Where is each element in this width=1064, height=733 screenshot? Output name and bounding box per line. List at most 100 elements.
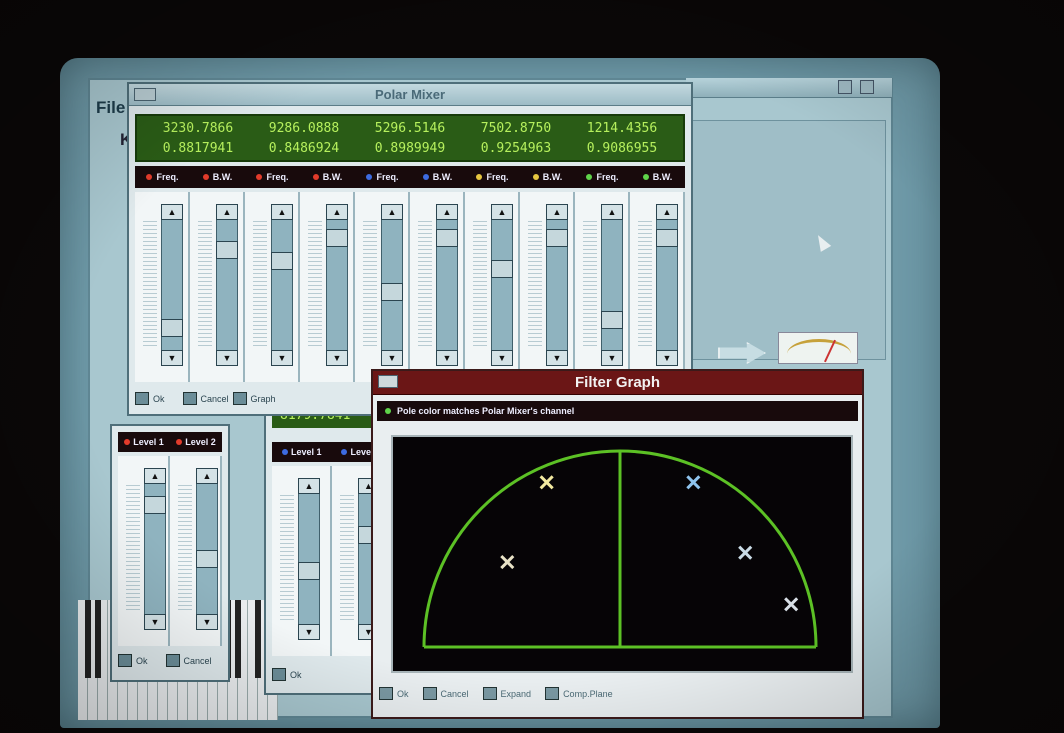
slider-down-arrow-icon[interactable]: ▼ [656,350,678,366]
slider-down-arrow-icon[interactable]: ▼ [144,614,166,630]
piano-key[interactable] [238,600,248,720]
mixer-slider[interactable]: ▲ ▼ [190,192,245,382]
slider-thumb[interactable] [601,311,623,330]
channel-label: Freq. [575,166,630,188]
slider-up-arrow-icon[interactable]: ▲ [161,204,183,220]
channel-dot-icon [146,174,153,180]
slider-thumb[interactable] [216,240,238,259]
pole-marker-icon[interactable] [738,545,753,560]
slider-down-arrow-icon[interactable]: ▼ [381,350,403,366]
level-button-row: Ok [272,668,302,681]
window-title: Polar Mixer [374,87,446,102]
slider-up-arrow-icon[interactable]: ▲ [144,468,166,484]
slider-up-arrow-icon[interactable]: ▲ [546,204,568,220]
cancel-button[interactable]: Cancel [182,392,229,405]
slider-up-arrow-icon[interactable]: ▲ [216,204,238,220]
expand-button[interactable]: Expand [482,687,531,700]
meter-arc [787,339,851,369]
slider-down-arrow-icon[interactable]: ▼ [601,350,623,366]
slider-thumb[interactable] [491,259,513,278]
pole-marker-icon[interactable] [686,475,701,490]
slider-down-arrow-icon[interactable]: ▼ [271,350,293,366]
channel-label: Freq. [465,166,520,188]
level-slider[interactable]: ▲ ▼ [272,466,332,656]
slider-thumb[interactable] [656,229,678,248]
mixer-slider[interactable]: ▲ ▼ [300,192,355,382]
slider-thumb[interactable] [326,229,348,248]
slider-up-arrow-icon[interactable]: ▲ [436,204,458,220]
mixer-slider[interactable]: ▲ ▼ [630,192,685,382]
channel-label: B.W. [190,166,245,188]
channel-dot-icon [586,174,593,180]
slider-thumb[interactable] [161,319,183,338]
slider-up-arrow-icon[interactable]: ▲ [656,204,678,220]
slider-up-arrow-icon[interactable]: ▲ [381,204,403,220]
pole-marker-icon[interactable] [539,475,554,490]
slider-up-arrow-icon[interactable]: ▲ [491,204,513,220]
slider-up-arrow-icon[interactable]: ▲ [298,478,320,494]
channel-dot-icon [341,449,348,455]
filter-info-text: Pole color matches Polar Mixer's channel [397,406,575,416]
ok-button[interactable]: Ok [272,668,302,681]
mixer-slider[interactable]: ▲ ▼ [245,192,300,382]
background-panel [690,120,886,360]
mixer-slider[interactable]: ▲ ▼ [355,192,410,382]
slider-up-arrow-icon[interactable]: ▲ [196,468,218,484]
slider-down-arrow-icon[interactable]: ▼ [436,350,458,366]
filter-graph-titlebar[interactable]: Filter Graph [373,371,862,395]
ok-button[interactable]: Ok [118,654,148,667]
slider-thumb[interactable] [144,496,166,514]
window-title: Filter Graph [574,374,660,391]
slider-thumb[interactable] [298,562,320,580]
channel-dot-icon [422,174,429,180]
slider-thumb[interactable] [546,229,568,248]
level-slider[interactable]: ▲ ▼ [170,456,222,646]
slider-thumb[interactable] [436,229,458,248]
slider-down-arrow-icon[interactable]: ▼ [196,614,218,630]
polar-mixer-titlebar[interactable]: Polar Mixer [129,84,691,106]
comp-plane-button[interactable]: Comp.Plane [545,687,613,700]
slider-thumb[interactable] [381,282,403,301]
pole-marker-icon[interactable] [784,597,799,612]
channel-label: Freq. [245,166,300,188]
graph-button[interactable]: Graph [232,392,276,405]
piano-key[interactable] [98,600,108,720]
level-label-1: Level 1 [118,432,170,452]
cancel-button[interactable]: Cancel [422,687,469,700]
readout-cell: 1214.4356 0.9086955 [586,121,658,156]
readout-cell: 7502.8750 0.9254963 [480,121,552,156]
mixer-slider[interactable]: ▲ ▼ [465,192,520,382]
mixer-slider[interactable]: ▲ ▼ [135,192,190,382]
slider-down-arrow-icon[interactable]: ▼ [546,350,568,366]
slider-up-arrow-icon[interactable]: ▲ [326,204,348,220]
mixer-slider[interactable]: ▲ ▼ [410,192,465,382]
channel-dot-icon [532,174,539,180]
level-channel-bar: Level 1 Level 2 [118,432,222,452]
minimize-icon[interactable] [838,80,852,94]
slider-up-arrow-icon[interactable]: ▲ [271,204,293,220]
slider-down-arrow-icon[interactable]: ▼ [216,350,238,366]
cancel-button[interactable]: Cancel [165,654,212,667]
readout-display: 3230.7866 0.8817941 9286.0888 0.8486924 52… [135,114,685,162]
mixer-slider[interactable]: ▲ ▼ [575,192,630,382]
ok-button[interactable]: Ok [379,687,409,700]
channel-label: Freq. [355,166,410,188]
slider-thumb[interactable] [271,251,293,270]
maximize-icon[interactable] [860,80,874,94]
slider-up-arrow-icon[interactable]: ▲ [601,204,623,220]
slider-down-arrow-icon[interactable]: ▼ [298,624,320,640]
level-window-a: Level 1 Level 2 ▲ ▼ ▲ ▼ Ok Cancel [110,424,230,682]
level-slider[interactable]: ▲ ▼ [118,456,170,646]
mixer-sliders: ▲ ▼ ▲ ▼ ▲ ▼ ▲ ▼ ▲ ▼ ▲ ▼ ▲ ▼ ▲ ▼ ▲ ▼ ▲ ▼ [135,192,685,382]
readout-cell: 9286.0888 0.8486924 [268,121,340,156]
channel-label: B.W. [410,166,465,188]
channel-dot-icon [202,174,209,180]
slider-thumb[interactable] [196,550,218,568]
slider-down-arrow-icon[interactable]: ▼ [161,350,183,366]
slider-down-arrow-icon[interactable]: ▼ [326,350,348,366]
pole-marker-icon[interactable] [500,555,515,570]
mixer-slider[interactable]: ▲ ▼ [520,192,575,382]
slider-down-arrow-icon[interactable]: ▼ [491,350,513,366]
ok-button[interactable]: Ok [135,392,165,405]
pole-plot[interactable] [391,435,853,673]
